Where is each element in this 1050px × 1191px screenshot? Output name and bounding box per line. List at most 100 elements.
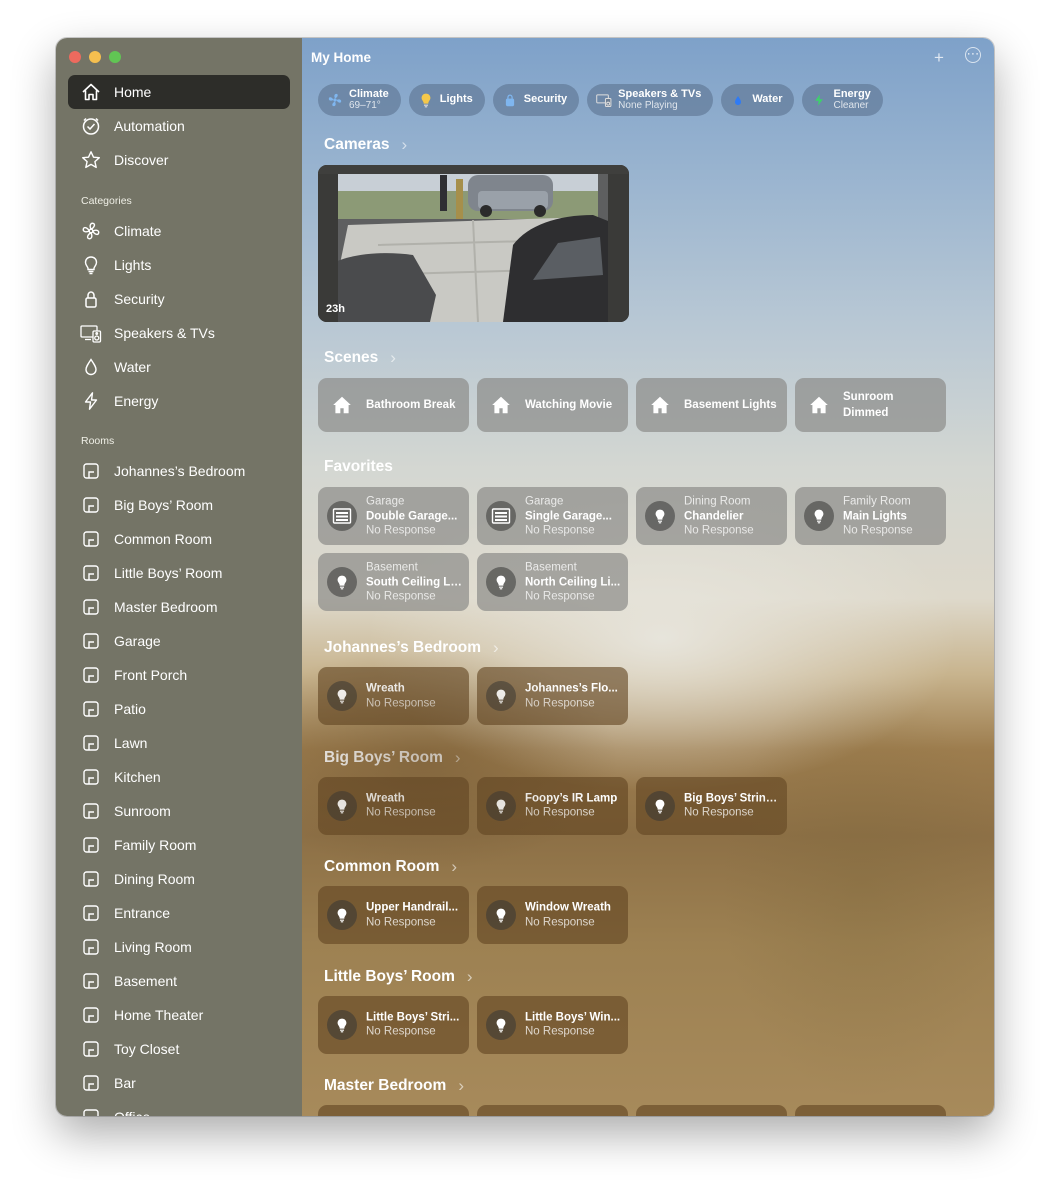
sidebar-item-room[interactable]: Entrance xyxy=(68,896,290,930)
room-section-title[interactable]: Johannes’s Bedroom › xyxy=(324,638,499,658)
chip-title: Lights xyxy=(439,93,473,106)
sidebar-item-room[interactable]: Sunroom xyxy=(68,794,290,828)
sidebar-item-room[interactable]: Office xyxy=(68,1100,290,1116)
scene-tile[interactable]: Watching Movie xyxy=(477,378,628,432)
chip-subtitle: 69–71° xyxy=(349,99,381,111)
chip-security[interactable]: Security xyxy=(492,84,580,116)
accessory-tile[interactable]: Little Boys’ Win... No Response xyxy=(477,995,628,1054)
accessory-tile[interactable]: Wreath No Response xyxy=(318,776,469,835)
add-button[interactable]: + xyxy=(934,48,944,68)
camera-feed-tile[interactable]: 23h xyxy=(318,165,629,322)
sidebar-item-room[interactable]: Master Bedroom xyxy=(68,590,290,624)
scene-tile[interactable]: Sunroom Dimmed xyxy=(795,378,946,432)
close-window-button[interactable] xyxy=(69,51,81,63)
zoom-window-button[interactable] xyxy=(109,51,121,63)
accessory-status: No Response xyxy=(366,916,436,929)
chip-lights[interactable]: Lights xyxy=(408,84,485,116)
room-section-title[interactable]: Common Room › xyxy=(324,857,457,877)
sidebar-item-room[interactable]: Patio xyxy=(68,692,290,726)
sidebar-item-label: Lights xyxy=(114,257,152,273)
sidebar-item-label: Toy Closet xyxy=(114,1041,180,1057)
lightbulb-icon xyxy=(486,681,516,711)
sidebar-item-automation[interactable]: Automation xyxy=(68,109,290,143)
lightbulb-icon xyxy=(486,1009,516,1040)
room-icon xyxy=(80,834,102,856)
fan-icon xyxy=(327,92,343,108)
accessory-tile[interactable]: Family Room Main Lights No Response xyxy=(795,487,946,545)
lightbulb-icon xyxy=(645,790,675,821)
scene-tile[interactable]: Bathroom Break xyxy=(318,378,469,432)
accessory-tile[interactable] xyxy=(477,1105,628,1116)
sidebar-item-security[interactable]: Security xyxy=(68,282,290,316)
room-section-title[interactable]: Little Boys’ Room › xyxy=(324,967,473,987)
accessory-tile[interactable]: Garage Single Garage... No Response xyxy=(477,487,628,545)
sidebar-item-discover[interactable]: Discover xyxy=(68,143,290,177)
sidebar-item-room[interactable]: Big Boys’ Room xyxy=(68,488,290,522)
accessory-name: Single Garage... xyxy=(525,509,612,522)
lightbulb-icon xyxy=(804,501,834,531)
sidebar-item-room[interactable]: Common Room xyxy=(68,522,290,556)
sidebar-item-room[interactable]: Toy Closet xyxy=(68,1032,290,1066)
scene-tile[interactable]: Basement Lights xyxy=(636,378,787,432)
accessory-tile[interactable]: Garage Double Garage... No Response xyxy=(318,487,469,545)
sidebar-item-room[interactable]: Johannes’s Bedroom xyxy=(68,454,290,488)
sidebar-item-energy[interactable]: Energy xyxy=(68,384,290,418)
sidebar-item-room[interactable]: Lawn xyxy=(68,726,290,760)
sidebar-item-room[interactable]: Little Boys’ Room xyxy=(68,556,290,590)
accessory-tile[interactable] xyxy=(636,1105,787,1116)
sidebar-item-room[interactable]: Dining Room xyxy=(68,862,290,896)
sidebar-item-room[interactable]: Living Room xyxy=(68,930,290,964)
lightbulb-icon xyxy=(418,92,434,108)
sidebar-item-room[interactable]: Garage xyxy=(68,624,290,658)
chip-speakers-tvs[interactable]: Speakers & TVs None Playing xyxy=(587,84,714,116)
chip-climate[interactable]: Climate 69–71° xyxy=(318,84,401,116)
sidebar-item-label: Discover xyxy=(114,152,169,168)
room-section-title[interactable]: Big Boys’ Room › xyxy=(324,748,461,768)
accessory-tile[interactable] xyxy=(795,1105,946,1116)
accessory-tile[interactable]: Wreath No Response xyxy=(318,667,469,725)
sidebar-item-room[interactable]: Bar xyxy=(68,1066,290,1100)
garage-door-icon xyxy=(486,501,516,531)
chip-energy[interactable]: Energy Cleaner xyxy=(802,84,883,116)
scenes-section-title[interactable]: Scenes › xyxy=(324,348,396,368)
sidebar-item-climate[interactable]: Climate xyxy=(68,214,290,248)
more-button[interactable]: ⋯ xyxy=(965,47,981,63)
accessory-tile[interactable]: Foopy’s IR Lamp No Response xyxy=(477,776,628,835)
lightbulb-icon xyxy=(80,254,102,276)
accessory-tile[interactable]: Basement South Ceiling Li... No Response xyxy=(318,553,469,611)
accessory-tile[interactable] xyxy=(318,1105,469,1116)
accessory-tile[interactable]: Window Wreath No Response xyxy=(477,886,628,945)
accessory-tile[interactable]: Dining Room Chandelier No Response xyxy=(636,487,787,545)
sidebar-item-room[interactable]: Basement xyxy=(68,964,290,998)
favorites-section-title: Favorites xyxy=(324,458,393,476)
sidebar-item-home[interactable]: Home xyxy=(68,75,290,109)
chip-title: Security xyxy=(523,93,568,106)
garage-door-icon xyxy=(327,501,357,531)
accessory-tile[interactable]: Big Boys’ String... No Response xyxy=(636,776,787,835)
sidebar-item-room[interactable]: Home Theater xyxy=(68,998,290,1032)
sidebar-item-room[interactable]: Front Porch xyxy=(68,658,290,692)
accessory-name: Upper Handrail... xyxy=(366,901,459,914)
chip-water[interactable]: Water xyxy=(721,84,795,116)
room-section-title[interactable]: Master Bedroom › xyxy=(324,1076,464,1096)
main-content: My Home + ⋯ Climate 69–71° Lights Securi… xyxy=(302,38,994,1116)
sidebar-item-room[interactable]: Family Room xyxy=(68,828,290,862)
minimize-window-button[interactable] xyxy=(89,51,101,63)
accessory-status: No Response xyxy=(366,590,436,603)
sidebar-item-label: Kitchen xyxy=(114,769,161,785)
accessory-tile[interactable]: Upper Handrail... No Response xyxy=(318,886,469,945)
page-title: My Home xyxy=(311,50,372,65)
accessory-tile[interactable]: Basement North Ceiling Li... No Response xyxy=(477,553,628,611)
room-icon xyxy=(80,562,102,584)
window-controls xyxy=(69,51,121,63)
accessory-room: Basement xyxy=(366,561,418,574)
sidebar-item-water[interactable]: Water xyxy=(68,350,290,384)
accessory-tile[interactable]: Johannes’s Flo... No Response xyxy=(477,667,628,725)
accessory-tile[interactable]: Little Boys’ Stri... No Response xyxy=(318,995,469,1054)
sidebar-item-speakers-tvs[interactable]: Speakers & TVs xyxy=(68,316,290,350)
chevron-right-icon: › xyxy=(390,348,396,367)
sidebar-item-lights[interactable]: Lights xyxy=(68,248,290,282)
chip-subtitle: None Playing xyxy=(618,99,678,111)
sidebar-item-room[interactable]: Kitchen xyxy=(68,760,290,794)
cameras-section-title[interactable]: Cameras › xyxy=(324,135,407,155)
